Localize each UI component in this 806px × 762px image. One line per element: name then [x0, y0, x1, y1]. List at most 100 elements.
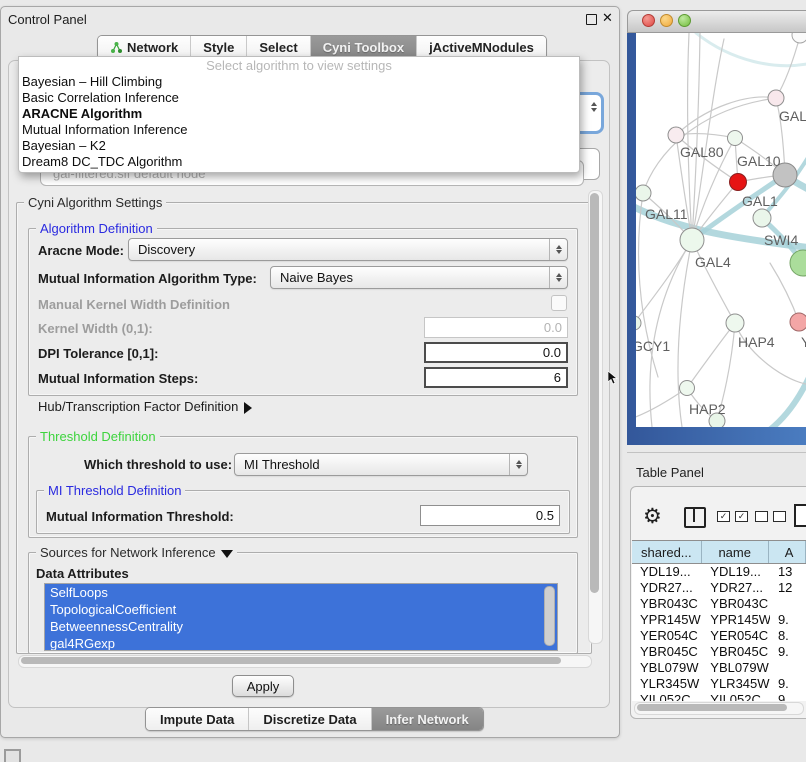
network-canvas[interactable]: GALGAL80GAL10GAL1GAL11SWI4GAL4GCY1HAP4YH… [636, 33, 806, 427]
attribute-item[interactable]: gal4RGexp [45, 635, 557, 651]
close-traffic-light[interactable] [642, 14, 655, 27]
sources-legend[interactable]: Sources for Network Inference [36, 545, 237, 560]
table-row[interactable]: YER054CYER054C8. [632, 628, 806, 644]
settings-hscrollbar-thumb[interactable] [21, 657, 561, 664]
network-node-gal11[interactable] [636, 185, 651, 201]
network-node[interactable] [790, 250, 806, 276]
dpi-tolerance-label: DPI Tolerance [0,1]: [38, 346, 158, 361]
table-hscrollbar-thumb[interactable] [637, 704, 787, 711]
algorithm-option[interactable]: Bayesian – K2 [19, 138, 579, 154]
expand-right-icon [244, 402, 252, 414]
file-icon[interactable] [794, 504, 806, 527]
aracne-mode-value: Discovery [129, 242, 549, 257]
network-node[interactable] [792, 33, 806, 43]
minimize-traffic-light[interactable] [660, 14, 673, 27]
mi-type-label: Mutual Information Algorithm Type: [38, 271, 257, 286]
dpi-tolerance-field[interactable] [424, 342, 568, 363]
table-row[interactable]: YLR345WYLR345W9. [632, 676, 806, 692]
network-node-gal[interactable] [768, 90, 784, 106]
network-edge[interactable] [636, 240, 692, 323]
network-edge[interactable] [676, 97, 776, 135]
algorithm-option[interactable]: Dream8 DC_TDC Algorithm [19, 154, 579, 170]
table-row[interactable]: YDR27...YDR27...12 [632, 580, 806, 596]
bottom-tab-impute-data[interactable]: Impute Data [146, 708, 248, 730]
table-header-cell[interactable]: A [769, 541, 806, 563]
network-edge[interactable] [735, 323, 806, 385]
network-node-gal10[interactable] [728, 131, 743, 146]
network-node-swi4[interactable] [753, 209, 771, 227]
attribute-item[interactable]: SelfLoops [45, 584, 557, 601]
algorithm-option[interactable]: Bayesian – Hill Climbing [19, 74, 579, 90]
close-icon[interactable]: ✕ [602, 10, 613, 26]
algorithm-option[interactable]: ARACNE Algorithm [19, 106, 579, 122]
table-cell: YBR045C [702, 644, 770, 660]
data-attributes-list[interactable]: SelfLoopsTopologicalCoefficientBetweenne… [44, 583, 558, 651]
table-row[interactable]: YDL19...YDL19...13 [632, 564, 806, 580]
table-row[interactable]: YPR145WYPR145W9. [632, 612, 806, 628]
table-cell: YIL052C [632, 692, 702, 701]
mi-steps-field[interactable] [424, 367, 568, 388]
network-node-gal80[interactable] [668, 127, 684, 143]
collapse-down-icon [221, 550, 233, 558]
network-node-gal1[interactable] [730, 174, 747, 191]
apply-button[interactable]: Apply [232, 675, 294, 697]
mi-threshold-legend: MI Threshold Definition [44, 483, 185, 498]
algorithm-option[interactable]: Basic Correlation Inference [19, 90, 579, 106]
docked-panel-icon[interactable] [4, 749, 21, 762]
network-node-y[interactable] [790, 313, 806, 331]
network-node-gal4[interactable] [680, 228, 704, 252]
deselect-all-checkboxes-icon[interactable] [755, 511, 786, 522]
aracne-mode-label: Aracne Mode: [38, 243, 124, 258]
table-header-row: shared...nameA [632, 540, 806, 564]
network-edge[interactable] [692, 240, 735, 323]
settings-vscrollbar[interactable] [588, 190, 603, 644]
network-node-label: GCY1 [636, 338, 670, 354]
mi-type-combo[interactable]: Naive Bayes [270, 266, 568, 289]
table-row[interactable]: YIL052CYIL052C9. [632, 692, 806, 701]
settings-hscrollbar[interactable] [18, 655, 592, 668]
table-header-cell[interactable]: shared... [632, 541, 702, 563]
control-panel-title: Control Panel [8, 12, 87, 27]
float-window-icon[interactable] [586, 14, 597, 25]
network-node-label: GAL1 [742, 193, 778, 209]
table-cell: YDR27... [632, 580, 702, 596]
table-cell: YBR045C [632, 644, 702, 660]
gear-icon[interactable]: ⚙ [643, 504, 662, 529]
network-node-hap4[interactable] [726, 314, 744, 332]
bottom-tabbar: Impute DataDiscretize DataInfer Network [145, 707, 484, 731]
table-panel-title: Table Panel [636, 465, 704, 480]
network-edge[interactable] [696, 33, 806, 66]
network-node-hap2[interactable] [680, 381, 695, 396]
columns-icon[interactable] [684, 507, 706, 528]
table-row[interactable]: YBL079WYBL079W [632, 660, 806, 676]
network-node-gcy1[interactable] [636, 316, 641, 330]
attribute-item[interactable]: TopologicalCoefficient [45, 601, 557, 618]
table-row[interactable]: YBR043CYBR043C [632, 596, 806, 612]
stepper-icon [509, 454, 527, 475]
table-cell: YDR27... [702, 580, 770, 596]
bottom-tab-infer-network[interactable]: Infer Network [371, 708, 483, 730]
which-threshold-combo[interactable]: MI Threshold [234, 453, 528, 476]
network-edge[interactable] [692, 33, 700, 240]
network-edge[interactable] [734, 371, 806, 427]
mi-threshold-field[interactable] [420, 505, 560, 526]
table-header-cell[interactable]: name [702, 541, 769, 563]
list-scrollbar-thumb[interactable] [544, 586, 555, 646]
settings-vscrollbar-thumb[interactable] [590, 193, 599, 593]
manual-kernel-checkbox[interactable] [551, 295, 567, 311]
table-cell: 9. [770, 676, 806, 692]
bottom-tab-discretize-data[interactable]: Discretize Data [248, 708, 370, 730]
aracne-mode-combo[interactable]: Discovery [128, 238, 568, 261]
table-row[interactable]: YBR045CYBR045C9. [632, 644, 806, 660]
algorithm-option[interactable]: Mutual Information Inference [19, 122, 579, 138]
hub-definition-expander[interactable]: Hub/Transcription Factor Definition [38, 399, 252, 414]
network-edge[interactable] [688, 33, 692, 240]
network-edge[interactable] [678, 240, 692, 427]
kernel-width-field[interactable] [424, 317, 568, 338]
attribute-item[interactable]: BetweennessCentrality [45, 618, 557, 635]
screen: Control Panel ✕ NetworkStyleSelectCyni T… [0, 0, 806, 762]
network-edge[interactable] [676, 134, 735, 138]
zoom-traffic-light[interactable] [678, 14, 691, 27]
select-all-checkboxes-icon[interactable]: ✓✓ [717, 511, 748, 522]
table-cell [770, 660, 806, 676]
